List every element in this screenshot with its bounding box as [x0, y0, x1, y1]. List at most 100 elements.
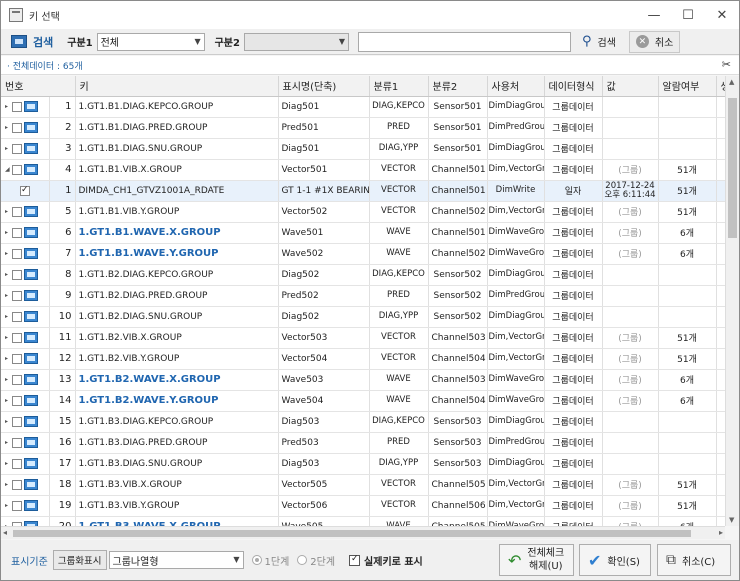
minimize-button[interactable]: —: [637, 1, 671, 29]
cancel-search-button[interactable]: ✕ 취소: [628, 30, 681, 53]
expand-arrow-icon[interactable]: ▸: [5, 481, 11, 488]
scroll-down-icon[interactable]: ▼: [729, 516, 734, 524]
scroll-left-icon[interactable]: ◂: [3, 528, 7, 537]
table-row[interactable]: ▸ 1 1.GT1.B1.DIAG.KEPCO.GROUP Diag501 DIAG,K…: [1, 96, 725, 118]
table-row[interactable]: ▸ 18 1.GT1.B3.VIB.X.GROUP Vector505 VECTOR Ch…: [1, 474, 725, 496]
expand-arrow-icon[interactable]: ▸: [5, 355, 11, 362]
vertical-scrollbar[interactable]: ▲ ▼: [725, 76, 739, 526]
col-class1[interactable]: 분류1: [369, 76, 429, 97]
table-row[interactable]: ▸ 7 1.GT1.B1.WAVE.Y.GROUP Wave502 WAVE Channe…: [1, 243, 725, 265]
table-row[interactable]: ▸ 5 1.GT1.B1.VIB.Y.GROUP Vector502 VECTOR Cha…: [1, 201, 725, 223]
table-row[interactable]: ▸ 9 1.GT1.B2.DIAG.PRED.GROUP Pred502 PRED Sen…: [1, 285, 725, 307]
row-checkbox[interactable]: [12, 416, 22, 427]
row-class2: Channel506: [428, 495, 488, 517]
col-no[interactable]: 번호: [1, 76, 76, 97]
col-usage[interactable]: 사용처: [487, 76, 545, 97]
expand-arrow-icon[interactable]: ▸: [5, 334, 11, 341]
close-button[interactable]: ✕: [705, 1, 739, 29]
col-value[interactable]: 값: [602, 76, 659, 97]
row-checkbox[interactable]: [12, 290, 22, 301]
group-display-button[interactable]: 그룹화표시: [52, 550, 107, 570]
row-checkbox[interactable]: [12, 143, 22, 154]
table-row[interactable]: ▸ 11 1.GT1.B2.VIB.X.GROUP Vector503 VECTOR Ch…: [1, 327, 725, 349]
expand-arrow-icon[interactable]: ▸: [5, 103, 11, 110]
row-checkbox[interactable]: [12, 479, 22, 490]
row-checkbox[interactable]: [20, 185, 30, 196]
expand-arrow-icon[interactable]: ▸: [5, 439, 11, 446]
category2-select[interactable]: ▼: [243, 32, 349, 51]
expand-arrow-icon[interactable]: ▸: [5, 397, 11, 404]
expand-arrow-icon[interactable]: ▸: [5, 460, 11, 467]
search-input[interactable]: [357, 31, 571, 52]
expand-arrow-icon[interactable]: ▸: [5, 208, 11, 215]
wrench-icon[interactable]: ✂: [722, 58, 731, 71]
table-row[interactable]: ▸ 17 1.GT1.B3.DIAG.SNU.GROUP Diag503 DIAG,YP…: [1, 453, 725, 475]
table-row[interactable]: ◢ 4 1.GT1.B1.VIB.X.GROUP Vector501 VECTOR Cha…: [1, 159, 725, 181]
table-row[interactable]: ▸201.GT1.B3.WAVE.X.GROUPWave505WAVEChann…: [1, 516, 725, 526]
table-row[interactable]: ▸ 12 1.GT1.B2.VIB.Y.GROUP Vector504 VECTOR Ch…: [1, 348, 725, 370]
expand-arrow-icon[interactable]: ▸: [5, 124, 11, 131]
col-class2[interactable]: 분류2: [428, 76, 488, 97]
table-row[interactable]: ▸ 14 1.GT1.B2.WAVE.Y.GROUP Wave504 WAVE Chann…: [1, 390, 725, 412]
row-checkbox[interactable]: [12, 332, 22, 343]
table-row[interactable]: ▸ 6 1.GT1.B1.WAVE.X.GROUP Wave501 WAVE Channe…: [1, 222, 725, 244]
row-checkbox[interactable]: [12, 101, 22, 112]
expand-arrow-icon[interactable]: ▸: [5, 376, 11, 383]
expand-arrow-icon[interactable]: ▸: [5, 271, 11, 278]
table-row[interactable]: ▸ 8 1.GT1.B2.DIAG.KEPCO.GROUP Diag502 DIAG,K…: [1, 264, 725, 286]
uncheck-all-button[interactable]: ↶ 전체체크 해제(U): [499, 544, 574, 576]
expand-arrow-icon[interactable]: ◢: [5, 166, 11, 173]
table-row[interactable]: ▸ 16 1.GT1.B3.DIAG.PRED.GROUP Pred503 PRED Se…: [1, 432, 725, 454]
col-key[interactable]: 키: [75, 76, 279, 97]
real-key-checkbox[interactable]: 실제키로 표시: [349, 553, 423, 568]
expand-arrow-icon[interactable]: ▸: [5, 502, 11, 509]
row-checkbox[interactable]: [12, 374, 22, 385]
row-checkbox[interactable]: [12, 500, 22, 511]
radio-level1[interactable]: 1단계: [251, 553, 289, 568]
row-checkbox[interactable]: [12, 227, 22, 238]
horizontal-scrollbar[interactable]: ◂ ▸: [1, 526, 725, 539]
table-row[interactable]: ▸ 10 1.GT1.B2.DIAG.SNU.GROUP Diag502 DIAG,YP…: [1, 306, 725, 328]
col-format[interactable]: 데이터형식: [544, 76, 603, 97]
table-row[interactable]: ▸ 15 1.GT1.B3.DIAG.KEPCO.GROUP Diag503 DIAG,…: [1, 411, 725, 433]
row-checkbox[interactable]: [12, 248, 22, 259]
cancel-button[interactable]: ⧉ 취소(C): [657, 544, 731, 576]
row-checkbox[interactable]: [12, 353, 22, 364]
confirm-button[interactable]: ✔ 확인(S): [579, 544, 651, 576]
row-controls: ▸: [5, 265, 46, 285]
row-checkbox[interactable]: [12, 311, 22, 322]
expand-arrow-icon[interactable]: ▸: [5, 250, 11, 257]
search-button[interactable]: ⚲ 검색: [575, 31, 623, 53]
scroll-up-icon[interactable]: ▲: [729, 78, 734, 86]
expand-arrow-icon[interactable]: ▸: [5, 418, 11, 425]
table-row[interactable]: ▸ 2 1.GT1.B1.DIAG.PRED.GROUP Pred501 PRED Sen…: [1, 117, 725, 139]
row-checkbox[interactable]: [12, 395, 22, 406]
expand-arrow-icon[interactable]: ▸: [5, 229, 11, 236]
expand-arrow-icon[interactable]: ▸: [5, 145, 11, 152]
expand-arrow-icon[interactable]: ▸: [5, 313, 11, 320]
row-class2: Channel505: [428, 474, 488, 496]
display-basis-label: 표시기준: [11, 556, 48, 568]
row-checkbox[interactable]: [12, 458, 22, 469]
col-display[interactable]: 표시명(단축): [278, 76, 370, 97]
table-row[interactable]: ▸ 13 1.GT1.B2.WAVE.X.GROUP Wave503 WAVE Chann…: [1, 369, 725, 391]
row-checkbox[interactable]: [12, 164, 22, 175]
row-alarm: 6개: [658, 243, 717, 265]
row-checkbox[interactable]: [12, 437, 22, 448]
radio-level2[interactable]: 2단계: [297, 553, 335, 568]
category1-select[interactable]: 전체 ▼: [96, 32, 205, 51]
table-row[interactable]: ▸ 19 1.GT1.B3.VIB.Y.GROUP Vector506 VECTOR Ch…: [1, 495, 725, 517]
maximize-button[interactable]: ☐: [671, 1, 705, 29]
table-row[interactable]: ▸ 3 1.GT1.B1.DIAG.SNU.GROUP Diag501 DIAG,YPP…: [1, 138, 725, 160]
row-checkbox[interactable]: [12, 269, 22, 280]
expand-arrow-icon[interactable]: ▸: [5, 292, 11, 299]
col-alarm[interactable]: 알람여부: [658, 76, 717, 97]
scroll-right-icon[interactable]: ▸: [719, 528, 723, 537]
vertical-scroll-thumb[interactable]: [728, 98, 737, 238]
horizontal-scroll-thumb[interactable]: [13, 530, 691, 537]
row-checkbox[interactable]: [12, 206, 22, 217]
row-checkbox[interactable]: [12, 122, 22, 133]
table-subrow[interactable]: 1DIMDA_CH1_GTVZ1001A_RDATEGT 1-1 #1X BEA…: [1, 180, 725, 202]
group-mode-select[interactable]: 그룹나열형 ▼: [108, 551, 244, 569]
col-created[interactable]: 생성: [716, 76, 725, 97]
